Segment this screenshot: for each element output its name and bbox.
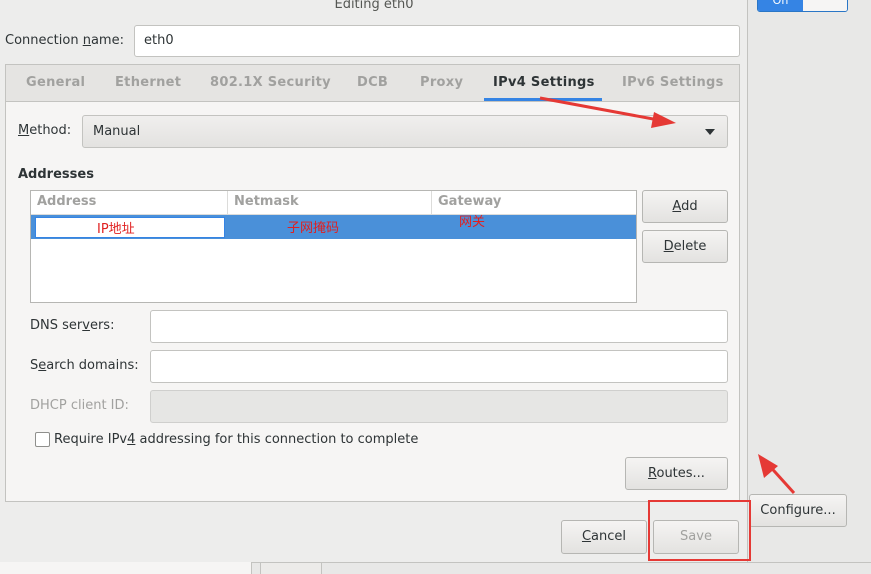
annotation-arrows xyxy=(539,96,796,495)
arrow-to-method-icon xyxy=(539,96,676,128)
arrow-to-configure-icon xyxy=(758,454,796,495)
